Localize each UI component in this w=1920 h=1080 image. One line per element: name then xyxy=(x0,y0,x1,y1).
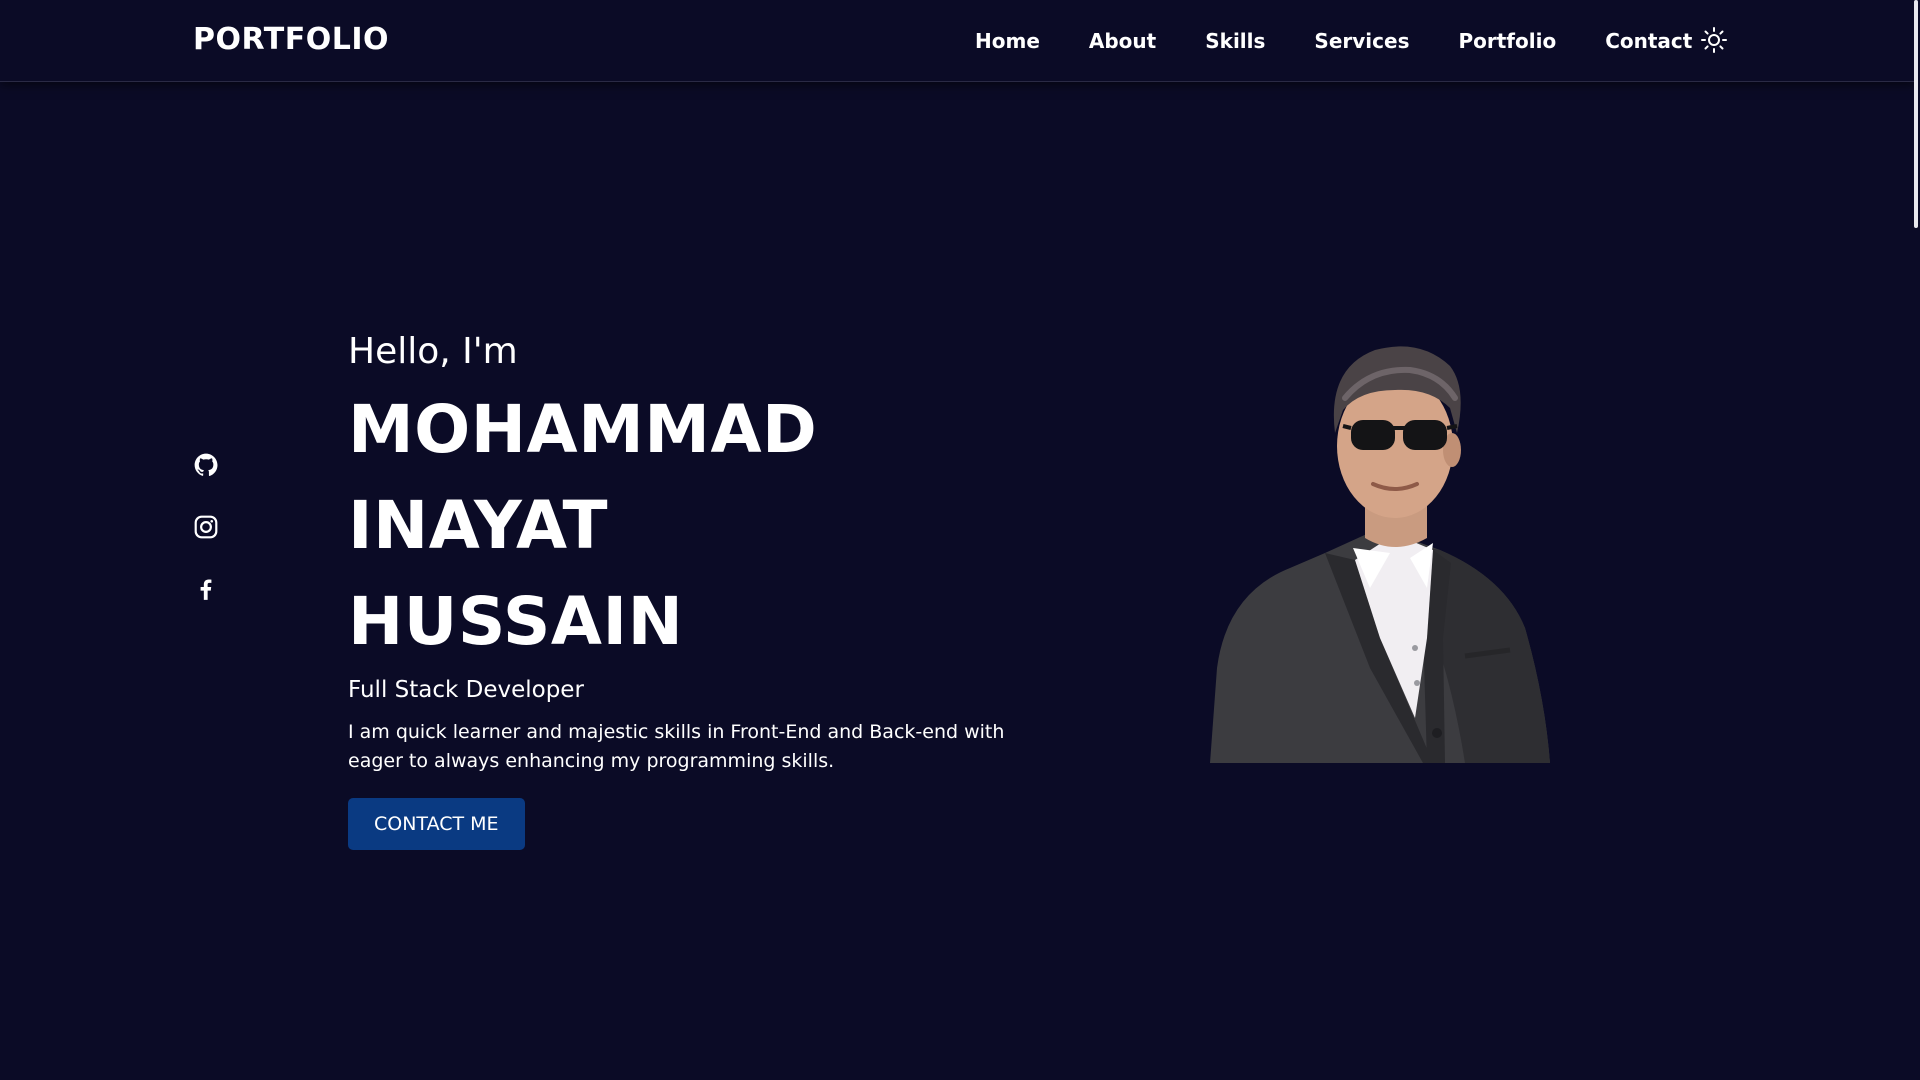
social-links xyxy=(193,452,219,638)
hero-greeting: Hello, I'm xyxy=(348,331,518,372)
facebook-icon xyxy=(200,579,212,600)
hero-section: Hello, I'm MOHAMMAD INAYAT HUSSAIN Full … xyxy=(348,328,1068,850)
sun-icon xyxy=(1701,27,1727,53)
hero-role: Full Stack Developer xyxy=(348,677,584,703)
nav-contact[interactable]: Contact xyxy=(1605,29,1692,53)
github-icon xyxy=(194,453,218,476)
instagram-link[interactable] xyxy=(193,514,219,540)
hero-name: MOHAMMAD INAYAT HUSSAIN xyxy=(348,382,1068,670)
hero-description: I am quick learner and majestic skills i… xyxy=(348,721,1005,772)
profile-photo-illustration xyxy=(1210,346,1550,763)
contact-me-button[interactable]: CONTACT ME xyxy=(348,798,525,850)
main-nav: Home About Skills Services Portfolio Con… xyxy=(975,25,1692,57)
nav-about[interactable]: About xyxy=(1089,29,1156,53)
instagram-icon xyxy=(194,515,218,539)
hero-name-line1: MOHAMMAD INAYAT xyxy=(348,391,818,564)
portfolio-page: PORTFOLIO Home About Skills Services Por… xyxy=(0,0,1920,1080)
theme-toggle-sun-icon[interactable] xyxy=(1700,26,1728,54)
nav-services[interactable]: Services xyxy=(1314,29,1409,53)
scrollbar-thumb[interactable] xyxy=(1914,0,1918,228)
facebook-link[interactable] xyxy=(193,576,219,602)
site-logo[interactable]: PORTFOLIO xyxy=(193,22,389,57)
nav-skills[interactable]: Skills xyxy=(1205,29,1265,53)
github-link[interactable] xyxy=(193,452,219,478)
nav-home[interactable]: Home xyxy=(975,29,1040,53)
profile-photo xyxy=(1205,338,1565,763)
nav-portfolio[interactable]: Portfolio xyxy=(1458,29,1556,53)
hero-name-line2: HUSSAIN xyxy=(348,583,684,660)
site-header: PORTFOLIO Home About Skills Services Por… xyxy=(0,0,1916,82)
